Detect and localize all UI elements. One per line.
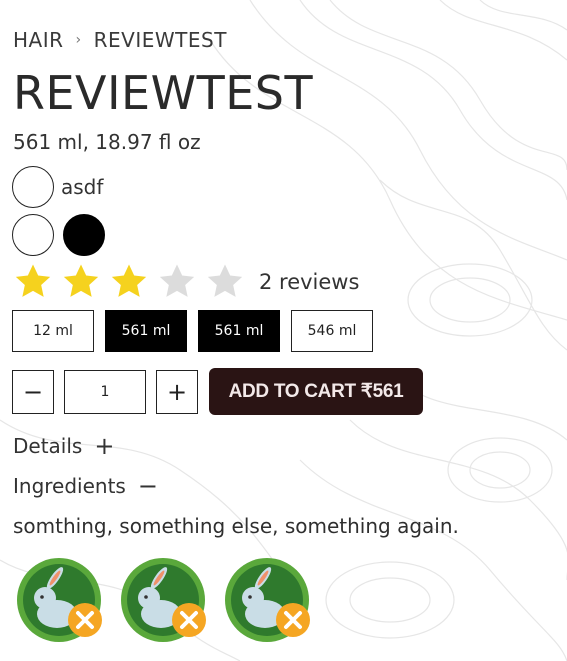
size-option-546ml[interactable]: 546 ml bbox=[291, 310, 373, 352]
quantity-row: − + ADD TO CART ₹561 bbox=[12, 368, 423, 415]
color-swatch-black[interactable] bbox=[63, 214, 105, 256]
cruelty-free-bunny-icon bbox=[121, 558, 206, 642]
plus-icon: + bbox=[94, 432, 115, 460]
ingredients-accordion[interactable]: Ingredients − bbox=[13, 474, 158, 498]
size-option-12ml[interactable]: 12 ml bbox=[12, 310, 94, 352]
decrease-quantity-button[interactable]: − bbox=[12, 369, 54, 414]
reviews-link[interactable]: 2 reviews bbox=[259, 270, 359, 294]
color-swatches bbox=[12, 214, 105, 256]
product-page: HAIR › REVIEWTEST REVIEWTEST 561 ml, 18.… bbox=[0, 0, 567, 661]
increase-quantity-button[interactable]: + bbox=[156, 369, 198, 414]
chevron-right-icon: › bbox=[75, 32, 82, 48]
ingredients-label: Ingredients bbox=[13, 474, 126, 498]
quantity-input[interactable] bbox=[64, 369, 146, 414]
star-filled-icon bbox=[63, 264, 99, 297]
breadcrumb: HAIR › REVIEWTEST bbox=[13, 28, 227, 52]
size-option-561ml-alt[interactable]: 561 ml bbox=[198, 310, 280, 352]
ingredients-content: somthing, something else, something agai… bbox=[13, 514, 459, 538]
badge-row bbox=[15, 556, 327, 644]
star-rating: 2 reviews bbox=[13, 262, 359, 302]
star-filled-icon bbox=[15, 264, 51, 297]
product-title: REVIEWTEST bbox=[13, 66, 314, 120]
option-label: asdf bbox=[61, 175, 104, 199]
details-label: Details bbox=[13, 434, 83, 458]
cruelty-free-bunny-icon bbox=[17, 558, 102, 642]
cruelty-free-bunny-icon bbox=[225, 558, 310, 642]
size-selector: 12 ml 561 ml 561 ml 546 ml bbox=[12, 310, 384, 352]
product-size: 561 ml, 18.97 fl oz bbox=[13, 130, 201, 154]
star-empty-icon bbox=[207, 264, 243, 297]
star-empty-icon bbox=[159, 264, 195, 297]
add-to-cart-button[interactable]: ADD TO CART ₹561 bbox=[209, 368, 423, 415]
minus-icon: − bbox=[137, 472, 158, 500]
color-swatch-white[interactable] bbox=[12, 214, 54, 256]
option-row: asdf bbox=[12, 166, 103, 208]
star-filled-icon bbox=[111, 264, 147, 297]
option-swatch-asdf[interactable] bbox=[12, 166, 54, 208]
breadcrumb-item-hair[interactable]: HAIR bbox=[13, 28, 64, 52]
breadcrumb-item-current: REVIEWTEST bbox=[93, 28, 227, 52]
size-option-561ml[interactable]: 561 ml bbox=[105, 310, 187, 352]
details-accordion[interactable]: Details + bbox=[13, 434, 114, 458]
